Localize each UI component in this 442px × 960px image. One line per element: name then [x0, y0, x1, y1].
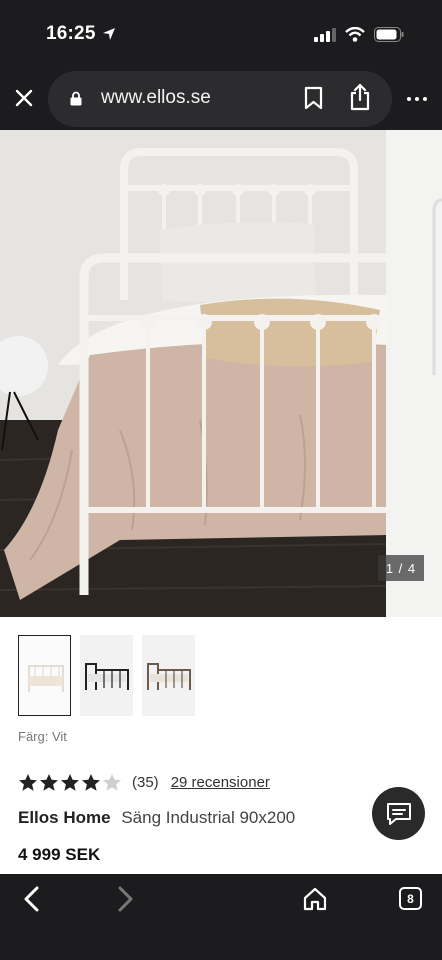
thumbnail-brown[interactable] — [142, 635, 195, 716]
thumbnail-white[interactable] — [18, 635, 71, 716]
address-bar[interactable]: www.ellos.se — [48, 71, 392, 127]
wifi-icon — [345, 27, 365, 42]
tab-count: 8 — [407, 891, 414, 906]
star-empty-icon — [103, 774, 121, 791]
status-indicators — [314, 27, 404, 42]
brown-bed-thumbnail-image — [146, 662, 191, 690]
product-title: Ellos Home Säng Industrial 90x200 — [18, 808, 295, 828]
rating-count: (35) — [132, 774, 159, 791]
back-icon[interactable] — [22, 886, 42, 912]
signal-icon — [314, 27, 336, 42]
close-button[interactable] — [10, 84, 38, 112]
rating-row: (35) 29 recensioner — [18, 773, 270, 792]
close-icon — [15, 89, 33, 107]
thumbnail-strip — [18, 635, 195, 716]
star-filled-icon — [40, 774, 58, 791]
browser-bar: www.ellos.se — [0, 62, 442, 130]
next-product-image[interactable] — [386, 130, 442, 617]
status-time-group: 16:25 — [46, 23, 116, 45]
product-brand[interactable]: Ellos Home — [18, 808, 111, 827]
battery-icon — [374, 27, 404, 42]
star-rating — [18, 773, 122, 792]
star-filled-icon — [19, 774, 37, 791]
location-arrow-icon — [102, 28, 115, 40]
home-icon[interactable] — [303, 887, 327, 911]
lock-icon — [70, 91, 82, 106]
status-time: 16:25 — [46, 23, 96, 44]
white-bed-thumbnail-image — [27, 664, 64, 692]
forward-icon[interactable] — [115, 886, 135, 912]
product-image[interactable] — [0, 130, 386, 617]
star-filled-icon — [61, 774, 79, 791]
product-name: Säng Industrial 90x200 — [121, 808, 296, 827]
more-icon — [407, 97, 411, 101]
black-bed-thumbnail-image — [84, 662, 129, 690]
thumbnail-black[interactable] — [80, 635, 133, 716]
url-text: www.ellos.se — [101, 87, 211, 108]
product-image-gallery[interactable]: 1 / 4 — [0, 130, 442, 617]
chat-icon — [386, 802, 411, 825]
bookmark-icon[interactable] — [304, 86, 323, 110]
image-counter: 1 / 4 — [378, 555, 424, 581]
star-filled-icon — [82, 774, 100, 791]
chat-button[interactable] — [372, 787, 425, 840]
status-bar: 16:25 — [0, 0, 442, 62]
reviews-link[interactable]: 29 recensioner — [171, 774, 270, 791]
product-price: 4 999 SEK — [18, 845, 101, 864]
more-button[interactable] — [407, 97, 427, 101]
browser-toolbar: 8 — [0, 874, 442, 960]
app: 16:25 www.ellos.se 1 / 4 Färg: Vit (35) … — [0, 0, 442, 960]
tabs-button[interactable]: 8 — [399, 887, 422, 910]
share-icon[interactable] — [349, 83, 371, 111]
color-label: Färg: Vit — [18, 729, 67, 744]
